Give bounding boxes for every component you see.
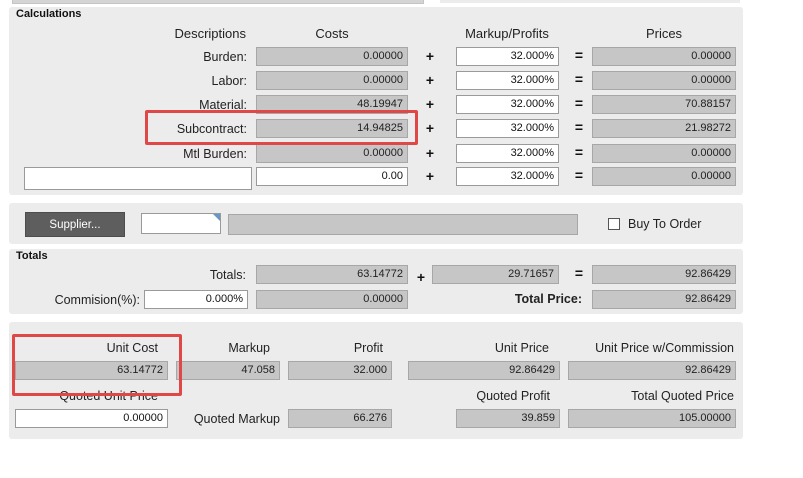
plus-sign: + [425,48,435,64]
unit-price-label: Unit Price [494,341,549,355]
labor-label: Labor: [211,74,247,88]
misc-description-input[interactable] [24,167,252,190]
total-quoted-price-label: Total Quoted Price [631,389,734,403]
descriptions-header: Descriptions [174,26,246,41]
equals-sign: = [574,71,584,87]
profit-label: Profit [353,341,383,355]
material-price-field: 70.88157 [592,95,736,114]
plus-sign: + [425,72,435,88]
unit-price-commission-label: Unit Price w/Commission [595,341,734,355]
misc-markup-input[interactable]: 32.000% [456,167,559,186]
mtl-burden-label: Mtl Burden: [183,147,247,161]
unit-cost-highlight-box [12,334,182,396]
buy-to-order-checkbox[interactable] [608,218,620,230]
quoted-markup-field: 66.276 [288,409,392,428]
totals-title: Totals [16,250,48,262]
commission-label: Commision(%): [54,293,140,307]
markup-field: 47.058 [176,361,280,380]
prices-header: Prices [645,26,683,41]
dropdown-corner-icon [213,214,220,221]
equals-sign: = [574,144,584,160]
totals-label: Totals: [209,268,246,282]
misc-cost-input[interactable]: 0.00 [256,167,408,186]
quoted-markup-label: Quoted Markup [193,412,280,426]
totals-markup-field: 29.71657 [432,265,559,284]
misc-price-field: 0.00000 [592,167,736,186]
mtl-burden-markup-input[interactable]: 32.000% [456,144,559,163]
total-price-field: 92.86429 [592,290,736,309]
unit-price-field: 92.86429 [408,361,560,380]
supplier-button[interactable]: Supplier... [25,212,125,237]
markup-profits-header: Markup/Profits [465,26,549,41]
quoted-unit-price-input[interactable]: 0.00000 [15,409,168,428]
previous-panel-edge-right [440,0,740,3]
burden-cost-field: 0.00000 [256,47,408,66]
totals-price-field: 92.86429 [592,265,736,284]
calculations-title: Calculations [16,8,82,20]
profit-field: 32.000 [288,361,392,380]
total-quoted-price-field: 105.00000 [568,409,736,428]
commission-amount-field: 0.00000 [256,290,408,309]
burden-label: Burden: [203,50,247,64]
equals-sign: = [574,167,584,183]
labor-cost-field: 0.00000 [256,71,408,90]
buy-to-order-label: Buy To Order [628,217,702,231]
mtl-burden-price-field: 0.00000 [592,144,736,163]
labor-price-field: 0.00000 [592,71,736,90]
equals-sign: = [574,119,584,135]
labor-markup-input[interactable]: 32.000% [456,71,559,90]
material-markup-input[interactable]: 32.000% [456,95,559,114]
supplier-name-field [228,214,578,235]
quoted-profit-label: Quoted Profit [476,389,550,403]
markup-label: Markup [228,341,270,355]
equals-sign: = [574,95,584,111]
costs-header: Costs [315,26,349,41]
plus-sign: + [416,269,426,285]
burden-markup-input[interactable]: 32.000% [456,47,559,66]
quoted-profit-field: 39.859 [456,409,560,428]
previous-panel-edge [12,0,424,4]
plus-sign: + [425,120,435,136]
totals-cost-field: 63.14772 [256,265,408,284]
subcontract-price-field: 21.98272 [592,119,736,138]
commission-input[interactable]: 0.000% [144,290,248,309]
plus-sign: + [425,96,435,112]
equals-sign: = [574,265,584,281]
unit-price-commission-field: 92.86429 [568,361,736,380]
plus-sign: + [425,145,435,161]
plus-sign: + [425,168,435,184]
equals-sign: = [574,47,584,63]
mtl-burden-cost-field: 0.00000 [256,144,408,163]
total-price-label: Total Price: [514,292,582,306]
subcontract-highlight-box [145,110,418,145]
burden-price-field: 0.00000 [592,47,736,66]
supplier-id-input[interactable] [141,213,221,234]
subcontract-markup-input[interactable]: 32.000% [456,119,559,138]
